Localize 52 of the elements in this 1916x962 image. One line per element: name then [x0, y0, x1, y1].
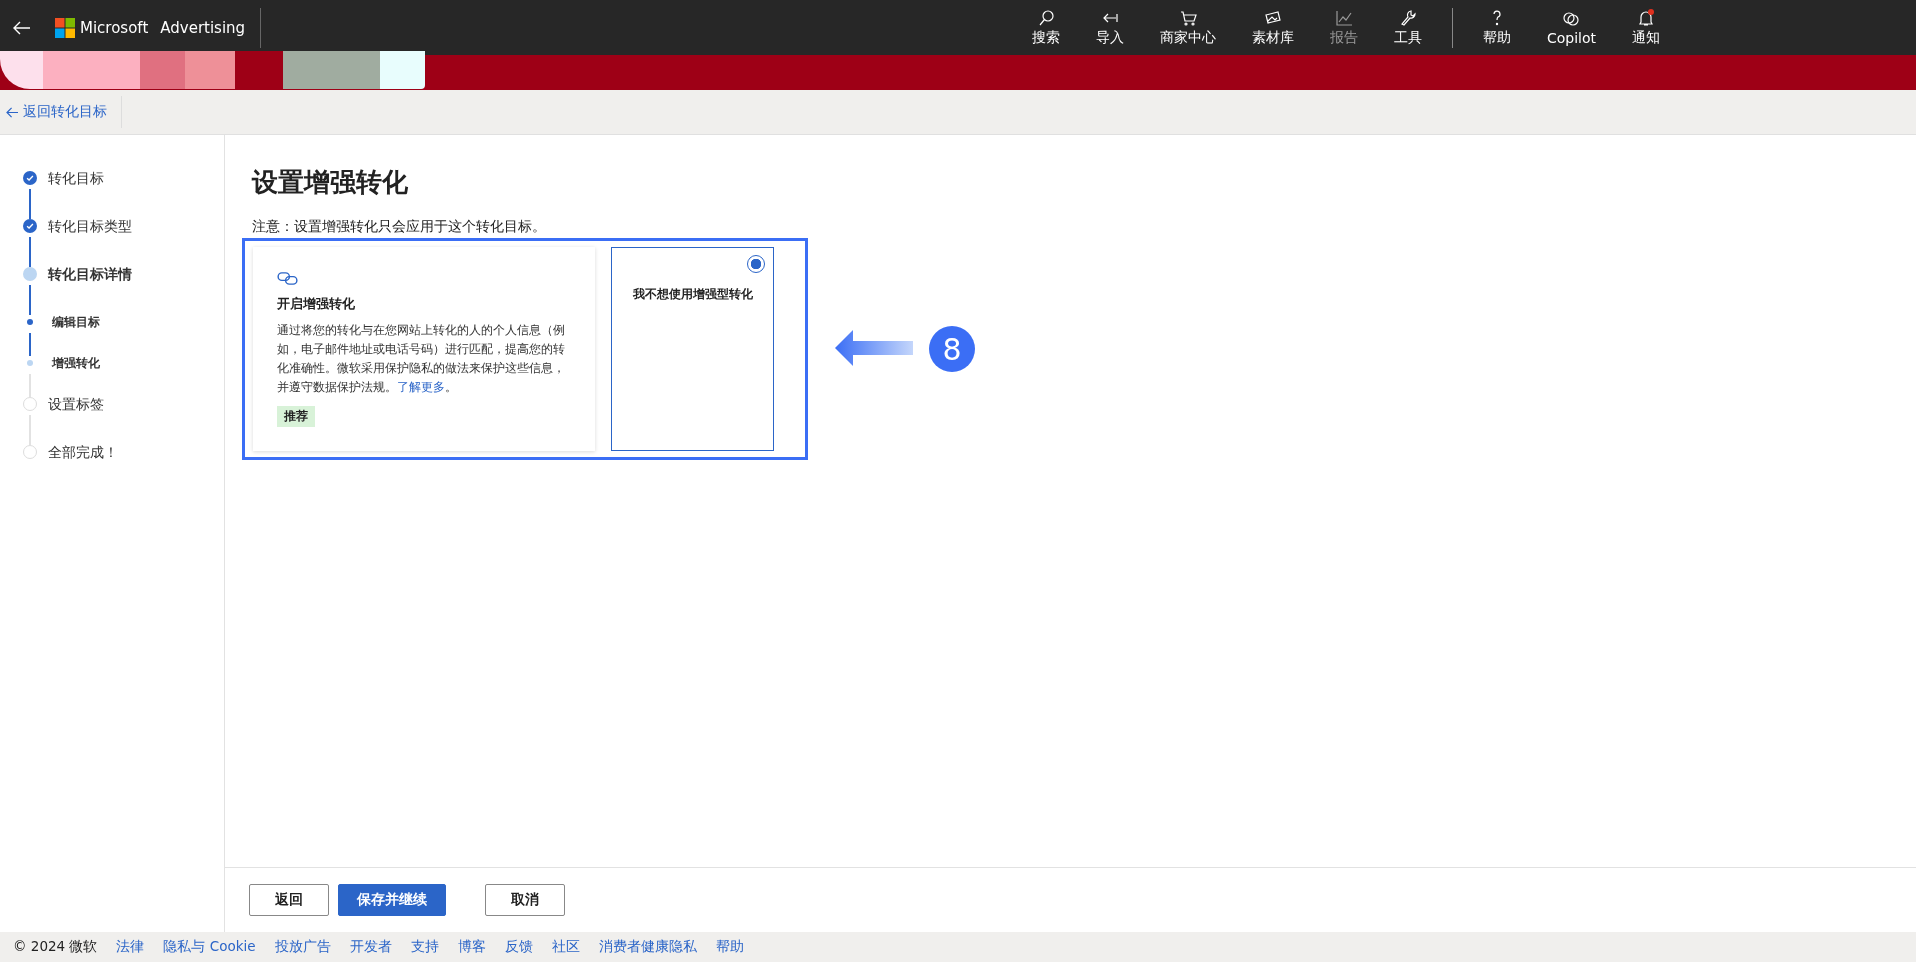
footer-link[interactable]: 投放广告	[274, 938, 331, 956]
page-title: 设置增强转化	[252, 166, 409, 199]
option-card[interactable]: 开启增强转化 通过将您的转化与在您网站上转化的人的个人信息（例如，电子邮件地址或电话号码）进行匹配，提高您的转化准确性。微软采用保护隐私的做法来保护这些信息，并遵守数据保护法规。了解更多。 推荐	[253, 247, 595, 451]
footer-link[interactable]: 消费者健康隐私	[598, 938, 697, 956]
step-number-badge: 8	[929, 326, 975, 372]
action-button[interactable]: 返回	[249, 884, 329, 916]
nav-button[interactable]: 帮助	[1466, 4, 1527, 51]
action-button[interactable]: 取消	[485, 884, 565, 916]
step-label[interactable]: 全部完成！	[48, 445, 118, 460]
nav-button[interactable]: Copilot	[1530, 5, 1612, 50]
note-text: 注意：设置增强转化只会应用于这个转化目标。	[252, 218, 547, 236]
footer-link[interactable]: 支持	[410, 938, 439, 956]
nav-button[interactable]: 搜索	[1015, 4, 1076, 51]
footer-link[interactable]: 隐私与 Cookie	[163, 938, 256, 956]
step-label[interactable]: 设置标签	[48, 397, 104, 412]
back-link[interactable]: 返回转化目标	[6, 103, 107, 121]
nav-button[interactable]: 素材库	[1235, 4, 1310, 51]
nav-icon	[1333, 8, 1354, 27]
recommended-tag: 推荐	[277, 406, 315, 427]
nav-button[interactable]: 商家中心	[1143, 4, 1232, 51]
back-arrow-icon[interactable]	[13, 20, 31, 35]
option-title: 开启增强转化	[277, 296, 356, 313]
step-label[interactable]: 转化目标	[48, 171, 104, 186]
nav-icon	[1636, 8, 1656, 27]
nav-button[interactable]: 导入	[1079, 4, 1140, 51]
link-icon	[277, 271, 298, 286]
footer-link[interactable]: 法律	[116, 938, 145, 956]
nav-icon	[1262, 8, 1283, 27]
step-label[interactable]: 增强转化	[52, 356, 100, 371]
save-button[interactable]: 保存并继续	[338, 884, 446, 916]
footer-link[interactable]: 博客	[457, 938, 486, 956]
learn-more-link[interactable]: 了解更多	[397, 380, 445, 394]
option-title: 我不想使用增强型转化	[631, 286, 754, 303]
footer-link[interactable]: 反馈	[504, 938, 533, 956]
option-card[interactable]: 我不想使用增强型转化	[611, 247, 774, 451]
radio-button[interactable]	[747, 255, 765, 273]
back-arrow-icon	[6, 106, 19, 118]
footer-link[interactable]: 社区	[551, 938, 580, 956]
copyright-text: © 2024 微软	[13, 938, 98, 956]
nav-icon	[1561, 9, 1582, 28]
product-name: Advertising	[160, 18, 246, 37]
brand-name: Microsoft	[80, 18, 149, 37]
nav-button[interactable]: 报告	[1313, 4, 1374, 51]
logo-icon	[55, 17, 75, 38]
footer-link[interactable]: 开发者	[349, 938, 392, 956]
step-label[interactable]: 编辑目标	[52, 315, 100, 330]
nav-button[interactable]: 工具	[1377, 4, 1438, 51]
nav-button[interactable]: 通知	[1616, 4, 1676, 51]
footer-link[interactable]: 帮助	[715, 938, 744, 956]
option-description: 通过将您的转化与在您网站上转化的人的个人信息（例如，电子邮件地址或电话号码）进行匹配，提高您的转化准确性。微软采用保护隐私的做法来保护这些信息，并遵守数据保护法规。了解更多。	[277, 322, 566, 396]
step-label[interactable]: 转化目标详情	[48, 267, 132, 282]
step-label[interactable]: 转化目标类型	[48, 219, 132, 234]
